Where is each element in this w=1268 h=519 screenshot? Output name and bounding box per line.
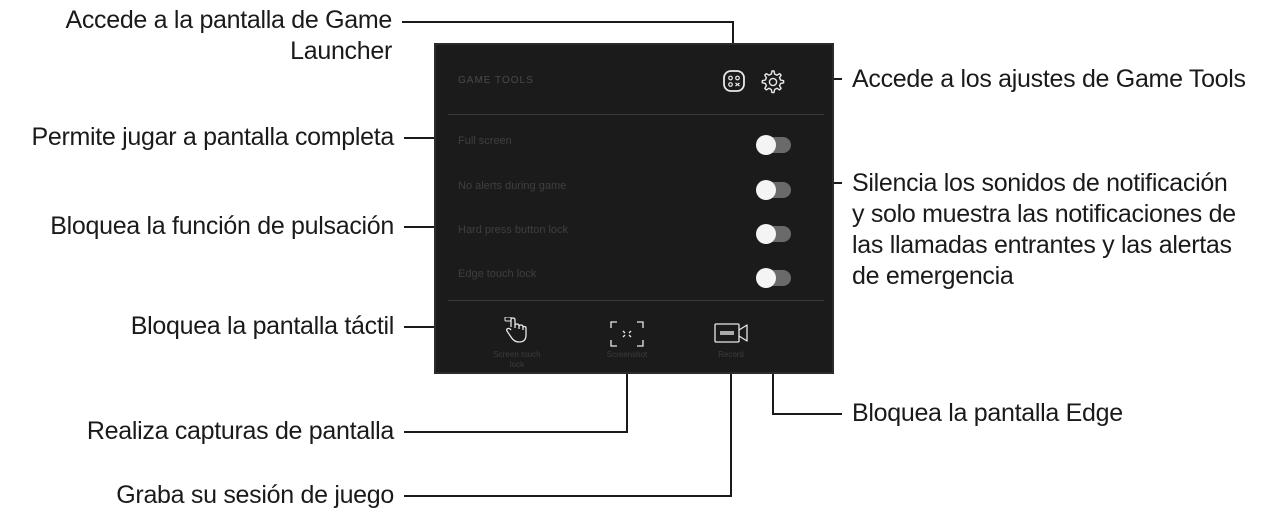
toggle-no-alerts[interactable] [756,180,791,200]
callout-game-launcher: Accede a la pantalla de Game Launcher [0,5,392,67]
touch-lock-button[interactable] [502,316,532,350]
touch-lock-label-line2: lock [509,360,525,369]
gear-icon[interactable] [760,69,786,100]
touch-lock-label: Screen touch lock [482,350,552,370]
touch-lock-icon [504,316,527,343]
screenshot-label: Screenshot [606,350,648,359]
divider-top [448,114,824,115]
toggle-label-full-screen: Full screen [458,135,512,147]
record-icon [714,323,748,343]
toggle-label-hard-press: Hard press button lock [458,224,569,236]
callout-no-alerts-line2: y solo muestra las notificaciones de [852,200,1236,228]
toggle-label-no-alerts: No alerts during game [458,180,567,192]
game-tools-panel: GAME TOOLS Full screen No alerts during … [434,43,834,374]
toggle-knob [756,224,776,244]
callout-touch-lock: Bloquea la pantalla táctil [130,312,395,340]
screenshot-button[interactable] [610,321,644,352]
callout-full-screen: Permite jugar a pantalla completa [31,123,394,151]
toggle-edge-touch[interactable] [756,268,791,288]
callout-hard-press: Bloquea la función de pulsación [50,212,394,240]
toggle-knob [756,268,776,288]
game-launcher-icon[interactable] [722,69,746,98]
callout-record: Graba su sesión de juego [116,481,394,509]
toggle-knob [756,135,776,155]
callout-no-alerts-line1: Silencia los sonidos de notificación [852,169,1228,197]
toggle-knob [756,180,776,200]
panel-title: GAME TOOLS [458,75,534,86]
screenshot-icon [610,321,644,347]
touch-lock-label-line1: Screen touch [493,350,541,359]
divider-bottom [448,300,824,301]
toggle-full-screen[interactable] [756,135,791,155]
record-button[interactable] [714,321,748,350]
callout-no-alerts: Silencia los sonidos de notificación y s… [852,168,1236,292]
callout-edge-lock: Bloquea la pantalla Edge [852,399,1123,427]
callout-screenshot: Realiza capturas de pantalla [86,417,394,445]
callout-settings: Accede a los ajustes de Game Tools [852,65,1246,93]
callout-no-alerts-line3: las llamadas entrantes y las alertas [852,231,1232,259]
leader-line-record [404,362,732,497]
toggle-hard-press[interactable] [756,224,791,244]
record-label: Record [718,350,744,359]
callout-game-launcher-line2: Launcher [290,37,392,65]
callout-game-launcher-line1: Accede a la pantalla de Game [65,6,392,34]
toggle-label-edge-touch: Edge touch lock [458,268,537,280]
callout-no-alerts-line4: de emergencia [852,262,1014,290]
